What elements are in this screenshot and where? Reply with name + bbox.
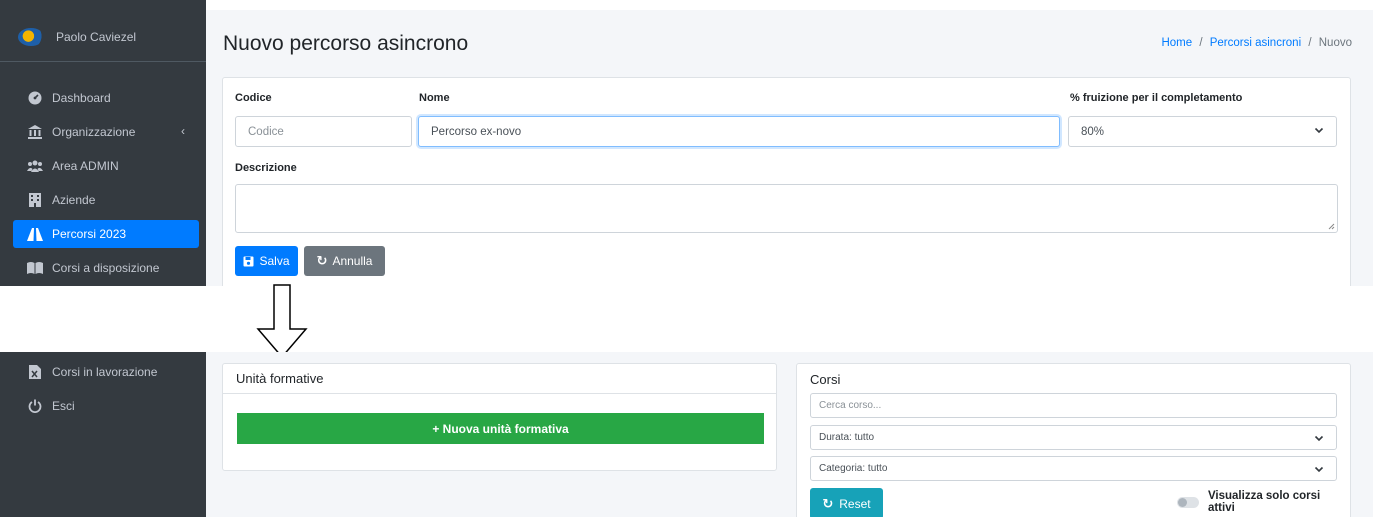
chevron-left-icon: ‹: [181, 124, 185, 138]
page-title: Nuovo percorso asincrono: [223, 32, 469, 55]
toggle-label: Visualizza solo corsi attivi: [1207, 490, 1321, 514]
toggle-switch[interactable]: [1177, 496, 1199, 508]
sidebar-item-label: Aziende: [52, 193, 96, 207]
main-content: Nuovo percorso asincrono Home / Percorsi…: [206, 10, 1373, 286]
breadcrumb-percorsi[interactable]: Percorsi asincroni: [1210, 37, 1301, 49]
sidebar-item-percorsi-2023[interactable]: Percorsi 2023: [13, 220, 199, 248]
user-avatar: [18, 27, 44, 46]
save-button[interactable]: Salva: [235, 246, 298, 276]
header-strip: [206, 0, 1373, 10]
categoria-value: Categoria: tutto: [819, 463, 888, 474]
new-unit-button[interactable]: + Nuova unità formativa: [237, 413, 764, 444]
sidebar-item-esci[interactable]: Esci: [13, 392, 199, 420]
sidebar-item-aziende[interactable]: Aziende: [13, 186, 199, 214]
durata-value: Durata: tutto: [819, 432, 875, 443]
sidebar-item-corsi-in-lavorazione[interactable]: Corsi in lavorazione: [13, 358, 199, 386]
cancel-button[interactable]: ↻ Annulla: [304, 246, 385, 276]
codice-input[interactable]: Codice: [235, 116, 412, 147]
building-icon: [27, 192, 43, 208]
user-name: Paolo Caviezel: [56, 29, 137, 44]
save-icon: [243, 256, 254, 266]
form-card: Codice Nome % fruizione per il completam…: [222, 77, 1351, 286]
dashboard-icon: [27, 90, 43, 106]
durata-select[interactable]: Durata: tutto: [810, 425, 1337, 450]
fruizione-select[interactable]: 80%: [1068, 116, 1337, 147]
road-icon: [27, 226, 43, 242]
sidebar-item-label: Percorsi 2023: [52, 227, 127, 241]
resize-handle-icon[interactable]: [1328, 223, 1335, 230]
sidebar: Corsi in lavorazione Esci: [0, 352, 206, 517]
nome-input[interactable]: Percorso ex-novo: [418, 116, 1060, 147]
courses-card: Corsi Cerca corso... Durata: tutto Categ…: [796, 363, 1351, 517]
file-excel-icon: [27, 364, 43, 380]
sidebar-item-area-admin[interactable]: Area ADMIN: [13, 152, 199, 180]
breadcrumb-current: Nuovo: [1318, 37, 1352, 49]
breadcrumb-sep: /: [1308, 37, 1312, 49]
top-screenshot: Paolo Caviezel Dashboard Organizzazione …: [0, 0, 1373, 286]
sidebar-item-label: Esci: [52, 399, 75, 413]
course-search-input[interactable]: Cerca corso...: [810, 393, 1337, 418]
user-panel[interactable]: Paolo Caviezel: [0, 12, 206, 62]
bottom-screenshot: Corsi in lavorazione Esci Unità formativ…: [0, 352, 1373, 517]
reset-label: Reset: [839, 496, 871, 511]
main-content: Unità formative + Nuova unità formativa …: [206, 352, 1373, 517]
reset-button[interactable]: ↻ Reset: [810, 488, 883, 517]
descrizione-textarea[interactable]: [235, 184, 1338, 233]
fruizione-value: 80%: [1081, 125, 1105, 138]
book-icon: [27, 260, 43, 276]
fruizione-label: % fruizione per il completamento: [1070, 92, 1243, 104]
sidebar-item-label: Organizzazione: [52, 125, 136, 139]
users-icon: [27, 158, 43, 174]
units-card-title: Unità formative: [223, 364, 776, 394]
sync-icon: ↻: [316, 253, 328, 268]
descrizione-label: Descrizione: [235, 162, 297, 174]
sidebar-item-label: Corsi in lavorazione: [52, 365, 158, 379]
save-label: Salva: [259, 254, 290, 268]
breadcrumb: Home / Percorsi asincroni / Nuovo: [1161, 37, 1352, 49]
units-card: Unità formative + Nuova unità formativa: [222, 363, 777, 471]
nome-label: Nome: [419, 92, 450, 104]
sidebar-item-label: Area ADMIN: [52, 159, 119, 173]
chevron-down-icon: [1314, 466, 1324, 473]
chevron-down-icon: [1314, 435, 1324, 442]
courses-card-title: Corsi: [810, 371, 841, 387]
power-icon: [27, 398, 43, 414]
sidebar-item-corsi-a-disposizione[interactable]: Corsi a disposizione: [13, 254, 199, 282]
chevron-down-icon: [1314, 127, 1324, 134]
sidebar: Paolo Caviezel Dashboard Organizzazione …: [0, 0, 206, 286]
codice-label: Codice: [235, 92, 272, 104]
bank-icon: [27, 124, 43, 140]
sidebar-item-dashboard[interactable]: Dashboard: [13, 84, 199, 112]
sidebar-item-label: Corsi a disposizione: [52, 261, 160, 275]
down-arrow-annotation: [256, 284, 308, 359]
sync-icon: ↻: [822, 495, 834, 511]
sidebar-item-organizzazione[interactable]: Organizzazione ‹: [13, 118, 199, 146]
breadcrumb-home[interactable]: Home: [1161, 37, 1192, 49]
active-courses-toggle[interactable]: Visualizza solo corsi attivi: [1177, 490, 1350, 514]
breadcrumb-sep: /: [1199, 37, 1203, 49]
categoria-select[interactable]: Categoria: tutto: [810, 456, 1337, 481]
cancel-label: Annulla: [332, 254, 373, 268]
sidebar-item-label: Dashboard: [52, 91, 111, 105]
